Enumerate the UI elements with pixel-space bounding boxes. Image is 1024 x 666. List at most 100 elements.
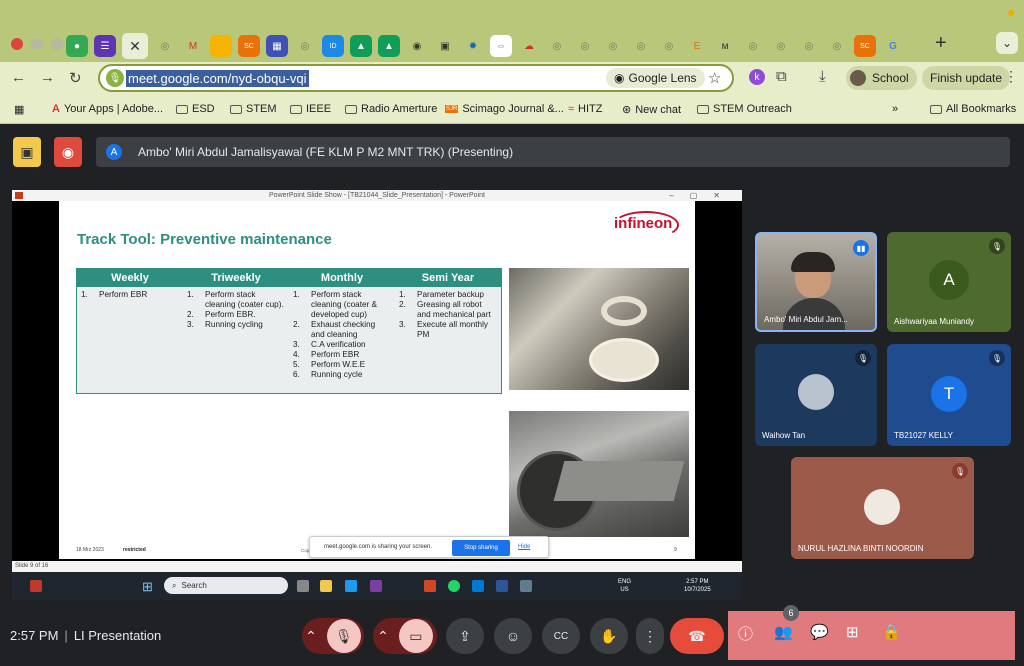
tab-favicon-chrome[interactable]: ◉ (406, 35, 428, 57)
outlook-icon[interactable] (472, 580, 484, 592)
maximize-window-button[interactable] (51, 38, 63, 50)
tab-favicon-forms[interactable]: ☰ (94, 35, 116, 57)
meeting-details-icon[interactable]: ⓘ (738, 623, 753, 644)
tab-active-meet[interactable]: ✕ (122, 33, 148, 59)
participant-tile[interactable]: ▮▮ Ambo' Miri Abdul Jam... (755, 232, 877, 332)
bookmark-scimago[interactable]: SJR Scimago Journal &... (445, 103, 564, 115)
tab-search-chevron-icon[interactable]: ⌄ (996, 32, 1018, 54)
settings-icon[interactable] (520, 580, 532, 592)
tab-favicon-calendar[interactable]: ▦ (266, 35, 288, 57)
minimize-window-button[interactable] (31, 38, 43, 50)
edge-icon[interactable] (345, 580, 357, 592)
tab-favicon-e[interactable]: E (686, 35, 708, 57)
google-lens-button[interactable]: ◉ Google Lens (606, 68, 705, 88)
tab-favicon-generic[interactable]: ◎ (658, 35, 680, 57)
camera-toggle-button[interactable]: ⌃ ▭ (373, 618, 437, 654)
tab-favicon-m[interactable]: ᴍ (714, 35, 736, 57)
back-arrow-icon[interactable]: ← (11, 69, 26, 86)
system-clock[interactable]: 2:57 PM 10/7/2025 (684, 578, 711, 594)
bookmark-stem[interactable]: STEM (230, 103, 277, 115)
onenote-icon[interactable] (370, 580, 382, 592)
tab-favicon-cloud[interactable]: ☁ (518, 35, 540, 57)
close-window-button[interactable] (11, 38, 23, 50)
url-text[interactable]: meet.google.com/nyd-obqu-vqi (126, 70, 309, 87)
bookmark-ieee[interactable]: IEEE (290, 103, 331, 115)
tab-favicon-gmail[interactable]: M (182, 35, 204, 57)
chat-icon[interactable]: 💬 (810, 623, 829, 641)
tab-favicon-image[interactable]: ▣ (434, 35, 456, 57)
present-screen-button[interactable]: ⇪ (446, 618, 484, 654)
stop-presenting-icon[interactable]: ▣ (13, 137, 41, 167)
microphone-icon[interactable]: 🎙 (106, 69, 124, 87)
participant-tile[interactable]: T 🎙 TB21027 KELLY (887, 344, 1011, 446)
extensions-puzzle-icon[interactable]: ⧉ (776, 68, 787, 85)
reactions-button[interactable]: ☺ (494, 618, 532, 654)
tab-favicon-generic[interactable]: ◎ (602, 35, 624, 57)
camera-options-chevron-icon[interactable]: ⌃ (377, 628, 389, 645)
whatsapp-icon[interactable] (448, 580, 460, 592)
apps-grid-icon[interactable]: ▦ (14, 103, 24, 116)
windows-start-icon[interactable]: ⊞ (142, 579, 153, 595)
stop-sharing-button[interactable]: Stop sharing (452, 540, 510, 556)
host-controls-lock-icon[interactable]: 🔒 (882, 623, 901, 641)
bookmark-new-chat[interactable]: ⊛ New chat (622, 103, 681, 117)
extension-k-icon[interactable]: k (749, 69, 765, 85)
ppt-window-controls[interactable]: –▢✕ (669, 190, 736, 201)
tab-favicon-drive[interactable]: ▲ (378, 35, 400, 57)
tab-favicon-chat[interactable]: ● (66, 35, 88, 57)
tab-favicon-generic[interactable]: ◎ (770, 35, 792, 57)
browser-menu-icon[interactable]: ⋮ (1004, 68, 1018, 85)
tab-favicon-site[interactable]: ▭ (490, 35, 512, 57)
language-indicator[interactable]: ENG US (618, 578, 631, 594)
tab-favicon-sc[interactable]: SC (854, 35, 876, 57)
bookmark-all[interactable]: All Bookmarks (930, 103, 1016, 115)
mic-off-icon[interactable]: 🎙 (326, 619, 361, 653)
word-icon[interactable] (496, 580, 508, 592)
hide-toast-link[interactable]: Hide (518, 544, 530, 550)
taskbar-search[interactable]: ⌕ Search (164, 577, 288, 594)
participant-tile[interactable]: 🎙 NURUL HAZLINA BINTI NOORDIN (791, 457, 974, 559)
tab-favicon-generic[interactable]: ◎ (798, 35, 820, 57)
bookmark-radio[interactable]: Radio Amerture (345, 103, 437, 115)
bookmark-adobe[interactable]: A Your Apps | Adobe... (52, 103, 163, 115)
mic-options-chevron-icon[interactable]: ⌃ (305, 628, 317, 645)
tab-favicon-generic[interactable]: ◎ (154, 35, 176, 57)
tab-favicon-drive[interactable]: ▲ (350, 35, 372, 57)
tab-favicon-generic[interactable]: ◎ (630, 35, 652, 57)
download-icon[interactable]: ⤓ (819, 68, 826, 85)
tab-favicon-generic[interactable]: ◎ (574, 35, 596, 57)
bookmarks-overflow-icon[interactable]: » (892, 103, 898, 115)
bookmark-esd[interactable]: ESD (176, 103, 215, 115)
leave-call-button[interactable]: ☎ (670, 618, 724, 654)
tab-favicon-generic[interactable]: ◎ (546, 35, 568, 57)
file-explorer-icon[interactable] (320, 580, 332, 592)
task-view-icon[interactable] (297, 580, 309, 592)
powerpoint-taskbar-icon[interactable] (424, 580, 436, 592)
profile-button[interactable]: School (846, 66, 917, 90)
tab-favicon-generic[interactable]: ◎ (826, 35, 848, 57)
tab-favicon-google[interactable]: G (882, 35, 904, 57)
reload-icon[interactable]: ↻ (69, 69, 82, 87)
tab-favicon-sc[interactable]: SC (238, 35, 260, 57)
mic-toggle-button[interactable]: ⌃ 🎙 (302, 618, 364, 654)
tab-favicon-id[interactable]: ID (322, 35, 344, 57)
recording-icon[interactable]: ◉ (54, 137, 82, 167)
more-options-button[interactable]: ⋮ (636, 618, 664, 654)
bookmark-stem-outreach[interactable]: STEM Outreach (697, 103, 792, 115)
tab-favicon-slides[interactable] (210, 35, 232, 57)
activities-icon[interactable]: ⊞ (846, 623, 859, 641)
weather-icon[interactable] (30, 580, 42, 592)
tab-favicon-generic[interactable]: ◎ (742, 35, 764, 57)
forward-arrow-icon[interactable]: → (40, 69, 55, 86)
participant-tile[interactable]: 🎙 Waihow Tan (755, 344, 877, 446)
close-tab-icon[interactable]: ✕ (129, 38, 141, 55)
address-bar[interactable]: 🎙 meet.google.com/nyd-obqu-vqi ◉ Google L… (98, 64, 734, 92)
raise-hand-button[interactable]: ✋ (590, 618, 628, 654)
new-tab-icon[interactable]: + (935, 32, 947, 55)
tab-favicon-generic[interactable]: ◎ (294, 35, 316, 57)
tab-favicon-gear[interactable]: ✹ (462, 35, 484, 57)
captions-button[interactable]: CC (542, 618, 580, 654)
camera-off-icon[interactable]: ▭ (398, 619, 433, 653)
bookmark-hitz[interactable]: ≈ HITZ (568, 103, 603, 115)
finish-update-button[interactable]: Finish update (922, 66, 1011, 90)
